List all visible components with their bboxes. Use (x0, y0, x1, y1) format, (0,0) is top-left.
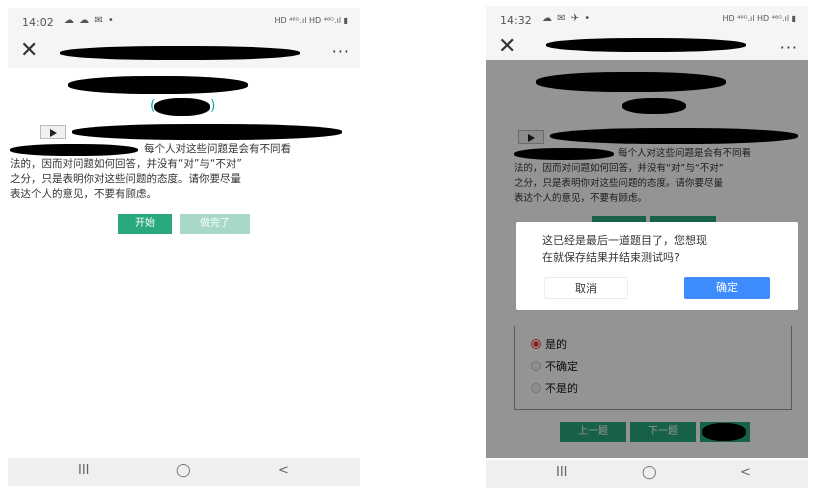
intro-line: 之分，只是表明你对这些问题的态度。请你要尽量 (10, 173, 241, 185)
status-time: 14:32 (500, 14, 532, 27)
dialog-message-line: 在就保存结果并结束测试吗? (542, 251, 680, 264)
back-button[interactable]: < (740, 465, 751, 480)
status-time: 14:02 (22, 16, 54, 29)
left-paren: ( (150, 98, 156, 114)
dialog-message: 这已经是最后一道题目了，您想现 在就保存结果并结束测试吗? (542, 232, 707, 266)
back-button[interactable]: < (278, 463, 289, 478)
recent-apps-button[interactable]: III (556, 465, 568, 480)
redacted-subtitle (154, 98, 210, 116)
home-button[interactable]: ◯ (642, 465, 657, 480)
intro-line: 法的，因而对问题如何回答，并没有“对”与“不对” (10, 158, 242, 170)
confirm-dialog: 这已经是最后一道题目了，您想现 在就保存结果并结束测试吗? 取消 确定 (516, 222, 798, 310)
intro-line: 每个人对这些问题是会有不同看 (144, 143, 291, 155)
redacted-page-title (546, 38, 746, 52)
android-nav-bar: III ◯ < (486, 460, 808, 488)
close-icon[interactable]: ✕ (20, 38, 38, 63)
dialog-message-line: 这已经是最后一道题目了，您想现 (542, 234, 707, 247)
start-button[interactable]: 开始 (118, 214, 172, 234)
status-bar: 14:32 ☁ ✉ ✈ • HD ⁴⁶ᴳ.ıl HD ⁴⁶ᴳ.ıl ▮ (486, 6, 808, 34)
redacted-audio-label (72, 124, 342, 140)
intro-line: 表达个人的意见，不要有顾虑。 (10, 188, 157, 200)
more-menu-icon[interactable]: ··· (332, 42, 350, 61)
notification-icons: ☁ ✉ ✈ • (542, 13, 592, 24)
left-phone-screen: 14:02 ☁ ☁ ✉ • HD ⁴⁶ᴳ.ıl HD ⁴⁶ᴳ.ıl ▮ ✕ ··… (8, 8, 360, 486)
right-phone-screen: 14:32 ☁ ✉ ✈ • HD ⁴⁶ᴳ.ıl HD ⁴⁶ᴳ.ıl ▮ ✕ ··… (486, 6, 808, 488)
signal-battery-icons: HD ⁴⁶ᴳ.ıl HD ⁴⁶ᴳ.ıl ▮ (274, 16, 348, 25)
app-bar: ✕ ··· (486, 32, 808, 60)
status-bar: 14:02 ☁ ☁ ✉ • HD ⁴⁶ᴳ.ıl HD ⁴⁶ᴳ.ıl ▮ (8, 8, 360, 36)
cancel-button[interactable]: 取消 (544, 277, 628, 299)
redacted-page-title (60, 46, 300, 60)
test-intro-content: ( ) 每个人对这些问题是会有不同看 法的，因而对问题如何回答，并没有“对”与“… (8, 68, 360, 456)
done-button[interactable]: 做完了 (180, 214, 250, 234)
redacted-test-title (68, 76, 248, 94)
confirm-button[interactable]: 确定 (684, 277, 770, 299)
right-paren: ) (210, 98, 216, 114)
audio-play-button[interactable] (40, 125, 66, 139)
recent-apps-button[interactable]: III (78, 463, 90, 478)
notification-icons: ☁ ☁ ✉ • (64, 15, 115, 26)
app-bar: ✕ ··· (8, 36, 360, 68)
home-button[interactable]: ◯ (176, 463, 191, 478)
intro-text: 每个人对这些问题是会有不同看 法的，因而对问题如何回答，并没有“对”与“不对” … (10, 142, 358, 202)
more-menu-icon[interactable]: ··· (780, 38, 798, 57)
close-icon[interactable]: ✕ (498, 34, 516, 59)
android-nav-bar: III ◯ < (8, 458, 360, 486)
signal-battery-icons: HD ⁴⁶ᴳ.ıl HD ⁴⁶ᴳ.ıl ▮ (722, 14, 796, 23)
